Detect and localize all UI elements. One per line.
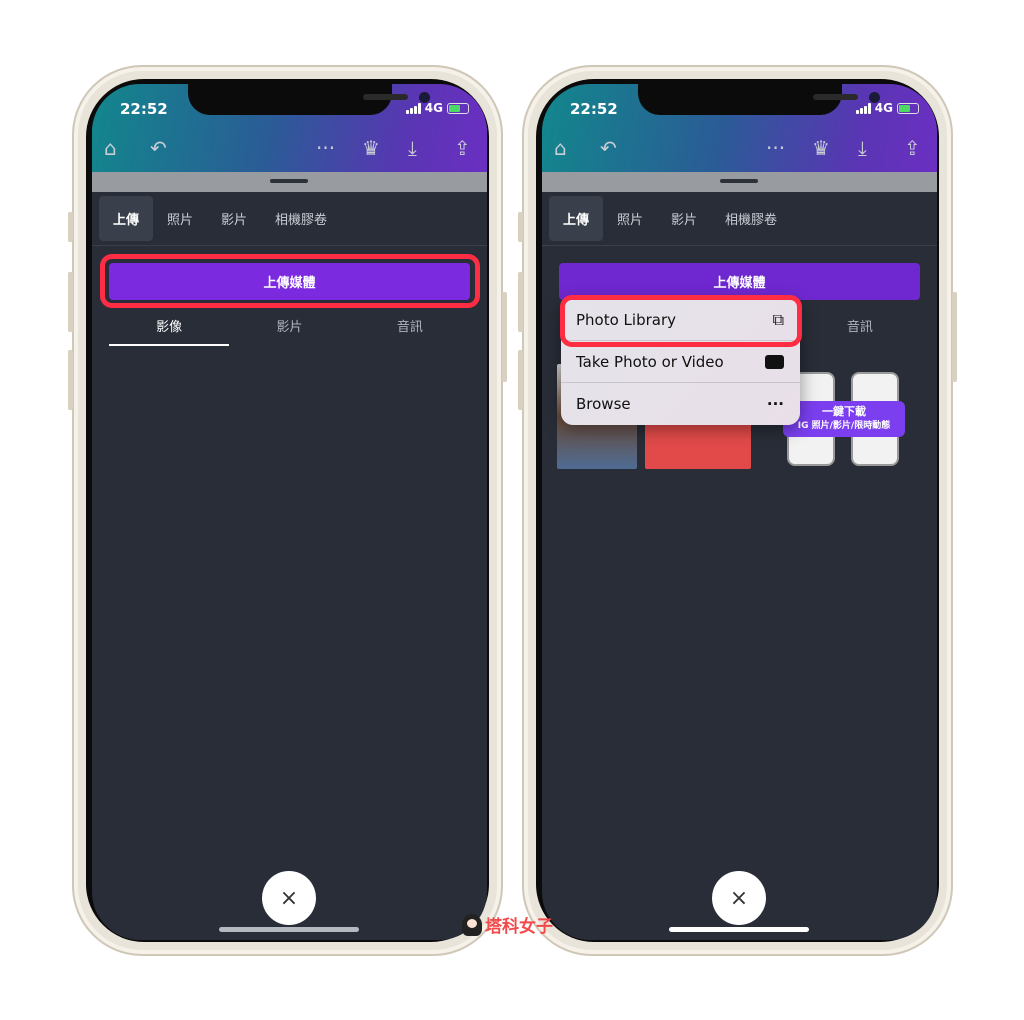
promo-banner: 一鍵下載 IG 照片/影片/限時動態	[783, 401, 905, 437]
status-time: 22:52	[120, 100, 168, 118]
share-icon[interactable]: ⇪	[454, 138, 471, 158]
mascot-icon	[462, 913, 482, 936]
phone-left: 22:52 4G ⌂ ↶ ··· ♛ ⤓ ⇪ 上傳 照片 影片 相機膠卷 上傳媒…	[68, 65, 507, 956]
promo-subtitle: IG 照片/影片/限時動態	[797, 421, 891, 431]
network-label: 4G	[874, 101, 893, 115]
highlight-box	[560, 295, 802, 347]
download-icon[interactable]: ⤓	[408, 138, 417, 158]
more-icon[interactable]: ···	[766, 138, 785, 158]
menu-item-label: Browse	[576, 395, 631, 413]
tab-photos[interactable]: 照片	[603, 196, 657, 241]
phone-right: 22:52 4G ⌂ ↶ ··· ♛ ⤓ ⇪ 上傳 照片 影片 相機膠卷 上傳媒…	[518, 65, 957, 956]
menu-item-browse[interactable]: Browse ···	[561, 383, 800, 425]
tab-photos[interactable]: 照片	[153, 196, 207, 241]
tab-bar: 上傳 照片 影片 相機膠卷	[92, 192, 487, 246]
tab-bar: 上傳 照片 影片 相機膠卷	[542, 192, 937, 246]
close-button[interactable]: ×	[712, 871, 766, 925]
status-bar: 4G	[405, 101, 469, 115]
media-type-tabs: 影像 影片 音訊	[109, 312, 470, 346]
highlight-box	[100, 254, 480, 308]
battery-icon	[897, 102, 919, 114]
promo-title: 一鍵下載	[822, 405, 866, 418]
subtab-audio[interactable]: 音訊	[800, 312, 920, 346]
crown-icon[interactable]: ♛	[362, 138, 380, 158]
home-icon[interactable]: ⌂	[554, 138, 567, 158]
tab-videos[interactable]: 影片	[657, 196, 711, 241]
battery-icon	[447, 102, 469, 114]
tab-upload[interactable]: 上傳	[99, 196, 154, 241]
status-time: 22:52	[570, 100, 618, 118]
drag-handle[interactable]	[720, 179, 758, 183]
share-icon[interactable]: ⇪	[904, 138, 921, 158]
more-icon[interactable]: ···	[316, 138, 335, 158]
sheet-drag-strip[interactable]	[542, 172, 937, 192]
signal-icon	[855, 102, 871, 114]
home-indicator	[219, 927, 359, 932]
more-icon: ···	[766, 395, 784, 413]
screen: 22:52 4G ⌂ ↶ ··· ♛ ⤓ ⇪ 上傳 照片 影片 相機膠卷 上傳媒…	[542, 84, 937, 940]
close-button[interactable]: ×	[262, 871, 316, 925]
download-icon[interactable]: ⤓	[858, 138, 867, 158]
watermark-logo: 塔科女子	[462, 912, 553, 937]
drag-handle[interactable]	[270, 179, 308, 183]
menu-item-label: Take Photo or Video	[576, 352, 724, 371]
subtab-videos[interactable]: 影片	[229, 312, 349, 346]
home-indicator	[669, 927, 809, 932]
tab-videos[interactable]: 影片	[207, 196, 261, 241]
crown-icon[interactable]: ♛	[812, 138, 830, 158]
home-icon[interactable]: ⌂	[104, 138, 117, 158]
sheet-drag-strip[interactable]	[92, 172, 487, 192]
tab-camera-roll[interactable]: 相機膠卷	[261, 196, 341, 241]
screen: 22:52 4G ⌂ ↶ ··· ♛ ⤓ ⇪ 上傳 照片 影片 相機膠卷 上傳媒…	[92, 84, 487, 940]
subtab-audio[interactable]: 音訊	[350, 312, 470, 346]
menu-item-take-photo[interactable]: Take Photo or Video	[561, 341, 800, 383]
camera-icon	[765, 354, 784, 369]
signal-icon	[405, 102, 421, 114]
network-label: 4G	[424, 101, 443, 115]
tab-camera-roll[interactable]: 相機膠卷	[711, 196, 791, 241]
undo-icon[interactable]: ↶	[600, 138, 617, 158]
undo-icon[interactable]: ↶	[150, 138, 167, 158]
watermark-text: 塔科女子	[485, 917, 553, 937]
subtab-images[interactable]: 影像	[109, 312, 230, 346]
status-bar: 4G	[855, 101, 919, 115]
tab-upload[interactable]: 上傳	[549, 196, 604, 241]
